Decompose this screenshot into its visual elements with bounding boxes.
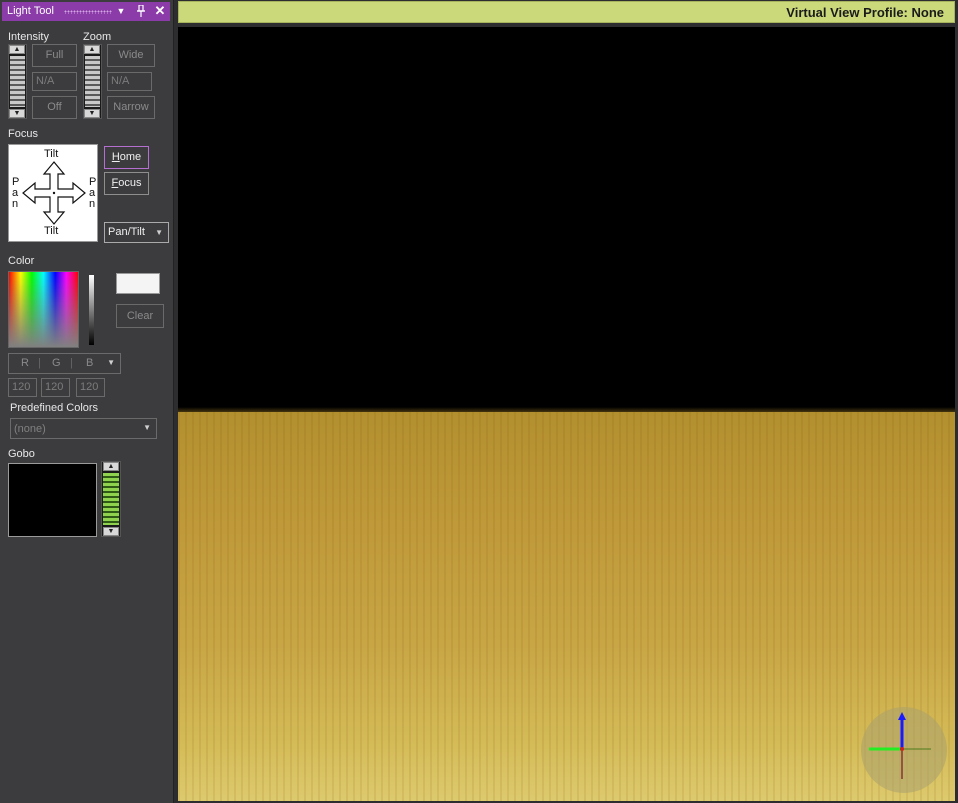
dropdown-menu-icon[interactable]: ▼	[114, 4, 128, 18]
intensity-label: Intensity	[8, 31, 49, 43]
stage-floor	[178, 412, 955, 801]
focus-mode-dropdown[interactable]: Pan/Tilt ▼	[104, 222, 169, 243]
home-button[interactable]: Home	[104, 146, 149, 169]
tilt-bottom-label: Tilt	[44, 225, 59, 237]
3d-viewport[interactable]	[178, 27, 955, 801]
slider-thumb[interactable]	[103, 473, 119, 525]
gobo-preview	[8, 463, 97, 537]
slider-up-arrow-icon[interactable]: ▲	[9, 45, 25, 54]
pan-tilt-pad[interactable]: Tilt Tilt P a n P a n	[8, 144, 98, 242]
drag-grip[interactable]	[64, 10, 112, 14]
green-value-field[interactable]: 120	[41, 378, 70, 397]
mode-g-label: G	[52, 357, 61, 369]
focus-mode-value: Pan/Tilt	[108, 226, 145, 238]
light-tool-panel: Light Tool ▼ ✕ Intensity ▲ ▼ Full N/A Of…	[0, 0, 174, 803]
pan-left-label-n: n	[12, 198, 19, 210]
zoom-slider[interactable]: ▲ ▼	[83, 44, 102, 119]
axis-gizmo[interactable]	[861, 707, 947, 793]
color-mode-dropdown[interactable]: R | G | B ▼	[8, 353, 121, 374]
viewport-header: Virtual View Profile: None	[178, 1, 955, 23]
four-way-arrow-icon	[22, 161, 86, 225]
predefined-colors-label: Predefined Colors	[10, 402, 99, 414]
intensity-full-button[interactable]: Full	[32, 44, 77, 67]
zoom-wide-button[interactable]: Wide	[107, 44, 155, 67]
slider-thumb[interactable]	[85, 56, 100, 107]
red-value-field[interactable]: 120	[8, 378, 37, 397]
mode-b-label: B	[86, 357, 94, 369]
color-clear-button[interactable]: Clear	[116, 304, 164, 328]
slider-thumb[interactable]	[10, 56, 25, 107]
gobo-label: Gobo	[8, 448, 35, 460]
focus-button[interactable]: Focus	[104, 172, 149, 195]
pan-right-label-n: n	[89, 198, 96, 210]
tilt-top-label: Tilt	[44, 148, 59, 160]
focus-label: Focus	[8, 128, 38, 140]
gobo-slider[interactable]: ▲ ▼	[101, 461, 121, 537]
slider-down-arrow-icon[interactable]: ▼	[103, 527, 119, 536]
zoom-label: Zoom	[83, 31, 112, 43]
slider-up-arrow-icon[interactable]: ▲	[103, 462, 119, 471]
pin-icon[interactable]	[134, 4, 148, 18]
intensity-value-field[interactable]: N/A	[32, 72, 77, 91]
zoom-narrow-button[interactable]: Narrow	[107, 96, 155, 119]
viewport-title: Virtual View Profile: None	[786, 5, 944, 20]
axis-gizmo-icon	[869, 712, 931, 779]
color-spectrum-picker[interactable]	[8, 271, 79, 348]
panel-title: Light Tool	[7, 5, 54, 17]
color-label: Color	[8, 255, 35, 267]
intensity-slider[interactable]: ▲ ▼	[8, 44, 27, 119]
chevron-down-icon: ▼	[155, 228, 163, 237]
mode-r-label: R	[21, 357, 29, 369]
close-icon[interactable]: ✕	[153, 4, 167, 18]
intensity-off-button[interactable]: Off	[32, 96, 77, 119]
blue-value-field[interactable]: 120	[76, 378, 105, 397]
predefined-colors-value: (none)	[14, 423, 46, 435]
zoom-value-field[interactable]: N/A	[107, 72, 152, 91]
luminance-slider[interactable]	[89, 275, 94, 345]
color-swatch	[116, 273, 160, 294]
chevron-down-icon: ▼	[107, 358, 115, 367]
chevron-down-icon: ▼	[143, 423, 151, 432]
slider-down-arrow-icon[interactable]: ▼	[9, 109, 25, 118]
predefined-colors-dropdown[interactable]: (none) ▼	[10, 418, 157, 439]
slider-up-arrow-icon[interactable]: ▲	[84, 45, 100, 54]
panel-titlebar[interactable]: Light Tool ▼ ✕	[2, 2, 170, 21]
slider-down-arrow-icon[interactable]: ▼	[84, 109, 100, 118]
